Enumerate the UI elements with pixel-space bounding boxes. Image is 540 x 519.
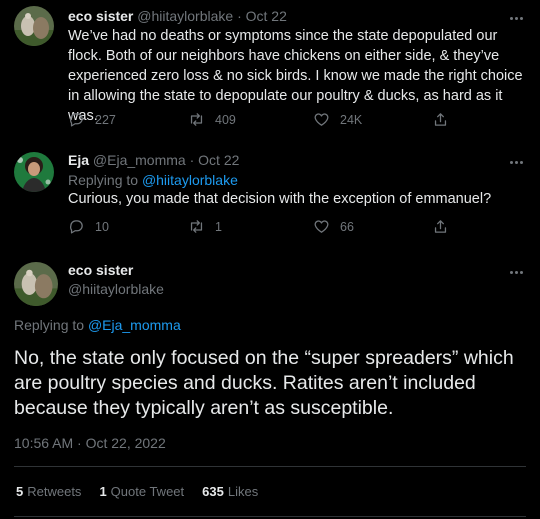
tweet-text: Curious, you made that decision with the… xyxy=(68,191,492,207)
avatar[interactable] xyxy=(14,6,54,46)
main-handle[interactable]: @hiitaylorblake xyxy=(68,281,164,297)
replying-to: Replying to @Eja_momma xyxy=(14,317,181,333)
likes-stat[interactable]: 635 Likes xyxy=(202,484,258,499)
like-count: 66 xyxy=(340,219,354,234)
share-button[interactable] xyxy=(432,111,449,128)
avatar-image xyxy=(14,6,54,46)
retweets-label: Retweets xyxy=(27,484,82,499)
retweets-count: 5 xyxy=(16,484,24,499)
like-count: 24K xyxy=(340,112,363,127)
divider xyxy=(14,466,526,467)
like-button[interactable]: 66 xyxy=(313,218,354,235)
more-icon[interactable] xyxy=(506,10,526,26)
quotes-count: 1 xyxy=(99,484,107,499)
retweet-icon xyxy=(190,113,203,126)
reply-count: 10 xyxy=(95,219,109,234)
tweet-date[interactable]: Oct 22 xyxy=(246,8,287,24)
display-name[interactable]: eco sister xyxy=(68,262,133,278)
divider xyxy=(14,516,526,517)
handle[interactable]: @hiitaylorblake xyxy=(137,8,233,24)
share-icon xyxy=(434,113,447,126)
more-icon[interactable] xyxy=(506,264,526,280)
reply-count: 227 xyxy=(95,112,116,127)
tweet-date[interactable]: Oct 22 xyxy=(198,152,239,168)
main-tweet-text: No, the state only focused on the “super… xyxy=(14,347,514,419)
tweet-actions: 10 1 66 xyxy=(68,218,468,238)
retweet-icon xyxy=(190,220,203,233)
avatar[interactable] xyxy=(14,152,54,192)
handle[interactable]: @hiitaylorblake xyxy=(68,281,164,297)
replying-prefix: Replying to xyxy=(14,317,85,333)
avatar-image xyxy=(14,262,58,306)
more-icon[interactable] xyxy=(506,154,526,170)
avatar-image xyxy=(14,152,54,192)
heart-icon xyxy=(314,220,329,233)
reply-button[interactable]: 227 xyxy=(68,111,116,128)
handle[interactable]: @Eja_momma xyxy=(93,152,186,168)
reply-button[interactable]: 10 xyxy=(68,218,109,235)
separator: · xyxy=(189,152,195,168)
display-name[interactable]: eco sister xyxy=(68,8,133,24)
like-button[interactable]: 24K xyxy=(313,111,362,128)
replying-prefix: Replying to xyxy=(68,172,139,188)
tweet-timestamp[interactable]: 10:56 AM · Oct 22, 2022 xyxy=(14,435,166,451)
retweet-count: 409 xyxy=(215,112,236,127)
replying-to-link[interactable]: @hiitaylorblake xyxy=(142,172,238,188)
reply-icon xyxy=(70,113,83,127)
engagement-stats: 5 Retweets 1 Quote Tweet 635 Likes xyxy=(16,484,258,499)
retweet-button[interactable]: 409 xyxy=(188,111,236,128)
share-icon xyxy=(434,220,447,233)
quotes-label: Quote Tweet xyxy=(110,484,185,499)
replying-to-link[interactable]: @Eja_momma xyxy=(88,317,181,333)
main-display-name[interactable]: eco sister xyxy=(68,262,133,278)
separator: · xyxy=(237,8,242,24)
avatar[interactable] xyxy=(14,262,58,306)
retweet-count: 1 xyxy=(215,219,222,234)
likes-label: Likes xyxy=(227,484,259,499)
tweet-header: eco sister @hiitaylorblake · Oct 22 xyxy=(68,8,287,24)
reply-icon xyxy=(70,220,83,234)
share-button[interactable] xyxy=(432,218,449,235)
tweet-header: Eja @Eja_momma · Oct 22 xyxy=(68,152,239,168)
quote-tweets-stat[interactable]: 1 Quote Tweet xyxy=(99,484,184,499)
retweet-button[interactable]: 1 xyxy=(188,218,222,235)
replying-to: Replying to @hiitaylorblake xyxy=(68,172,238,188)
retweets-stat[interactable]: 5 Retweets xyxy=(16,484,81,499)
tweet-actions: 227 409 24K xyxy=(68,111,468,131)
likes-count: 635 xyxy=(202,484,224,499)
display-name[interactable]: Eja xyxy=(68,152,89,168)
heart-icon xyxy=(314,113,329,126)
